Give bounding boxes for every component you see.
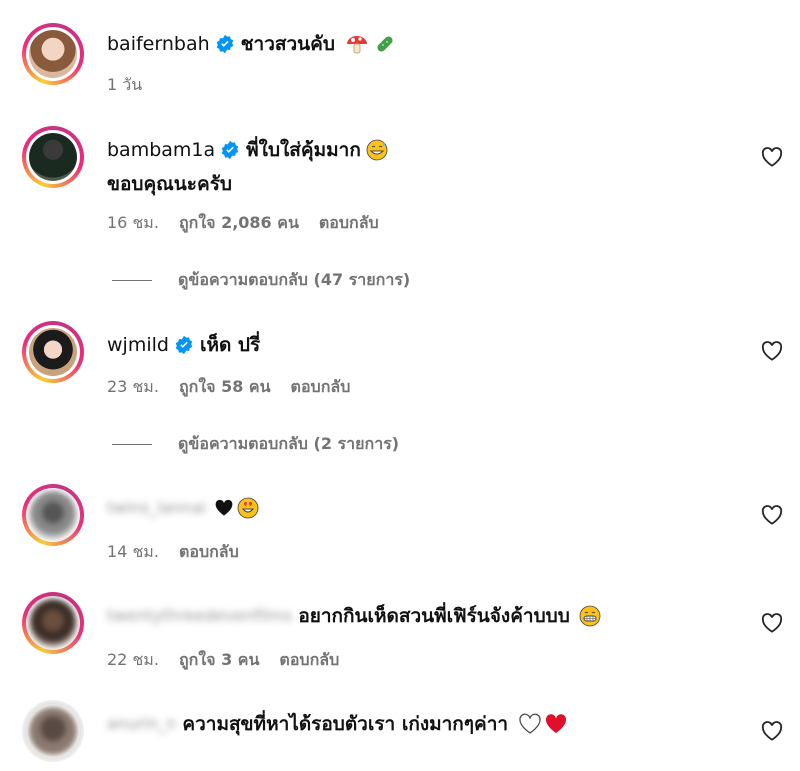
verified-badge-icon <box>175 335 193 355</box>
view-replies-label: ดูข้อความตอบกลับ (2 รายการ) <box>178 434 400 453</box>
reply-button[interactable]: ตอบกลับ <box>279 648 339 673</box>
avatar[interactable] <box>22 592 84 654</box>
view-replies-button[interactable]: ดูข้อความตอบกลับ (2 รายการ) <box>112 432 399 457</box>
comment-text: อยากกินเห็ดสวนพี่เฟิร์นจังค้าบบบ <box>298 605 570 627</box>
avatar[interactable] <box>22 23 84 85</box>
heart-outline-icon[interactable] <box>761 721 783 741</box>
comment-time: 14 ชม. <box>107 542 159 561</box>
username[interactable]: anurin_n <box>107 711 176 737</box>
verified-badge-icon <box>216 34 233 54</box>
like-count[interactable]: ถูกใจ 2,086 คน <box>179 211 299 236</box>
username[interactable]: twentythreedevenfilms <box>107 603 292 629</box>
cucumber-icon <box>377 36 393 52</box>
view-replies-label: ดูข้อความตอบกลับ (47 รายการ) <box>178 270 411 289</box>
like-count[interactable]: ถูกใจ 3 คน <box>179 648 259 673</box>
view-replies-button[interactable]: ดูข้อความตอบกลับ (47 รายการ) <box>112 268 410 293</box>
comment-text: ชาวสวนคับ <box>240 33 335 55</box>
mushroom-icon <box>346 36 367 54</box>
avatar[interactable] <box>22 126 84 188</box>
username[interactable]: wjmild <box>107 332 169 358</box>
reply-button[interactable]: ตอบกลับ <box>319 211 379 236</box>
red-heart-icon <box>546 714 567 733</box>
heart-eyes-emoji-icon <box>237 497 259 519</box>
username[interactable]: baifernbah <box>107 31 210 57</box>
comment-time: 23 ชม. <box>107 377 159 396</box>
avatar[interactable] <box>22 700 84 762</box>
comment-text: ความสุขที่หาได้รอบตัวเรา เก่งมากๆค่าา <box>182 713 509 735</box>
reply-button[interactable]: ตอบกลับ <box>179 540 239 565</box>
white-heart-icon <box>519 713 541 734</box>
divider <box>112 280 152 281</box>
comment-time: 1 วัน <box>107 75 143 94</box>
grinning-emoji-icon <box>579 605 601 627</box>
divider <box>112 444 152 445</box>
comment-time: 16 ชม. <box>107 213 159 232</box>
heart-outline-icon[interactable] <box>761 147 783 167</box>
heart-outline-icon[interactable] <box>761 505 783 525</box>
grinning-sweat-emoji-icon <box>366 139 388 161</box>
heart-outline-icon[interactable] <box>761 341 783 361</box>
username[interactable]: twins_lannai <box>107 495 206 521</box>
comment-text: เห็ด ปรี่ <box>199 334 261 356</box>
username[interactable]: bambam1a <box>107 137 215 163</box>
heart-outline-icon[interactable] <box>761 613 783 633</box>
comment-text-continued: ขอบคุณนะครับ <box>107 173 232 195</box>
like-count[interactable]: ถูกใจ 58 คน <box>179 375 271 400</box>
comment-time: 22 ชม. <box>107 650 159 669</box>
reply-button[interactable]: ตอบกลับ <box>291 375 351 400</box>
comment-text: พี่ใบใส่คุ้มมาก <box>246 139 361 161</box>
avatar[interactable] <box>22 484 84 546</box>
verified-badge-icon <box>221 140 239 160</box>
avatar[interactable] <box>22 321 84 383</box>
black-heart-icon <box>215 499 233 516</box>
